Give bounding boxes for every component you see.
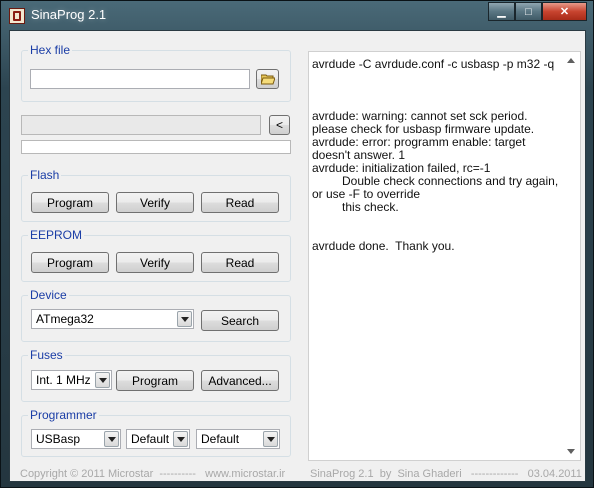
chevron-down-icon[interactable] — [104, 431, 119, 447]
caption-buttons: ▁ □ ✕ — [488, 2, 587, 21]
programmer-option2-value: Default — [131, 432, 170, 446]
eeprom-verify-button[interactable]: Verify — [116, 252, 194, 273]
programmer-select-value: USBasp — [36, 432, 81, 446]
flash-program-button[interactable]: Program — [31, 192, 109, 213]
maximize-icon: □ — [525, 5, 532, 18]
fuses-legend: Fuses — [30, 348, 63, 362]
browse-button[interactable] — [256, 69, 279, 89]
file-path-display — [21, 115, 261, 135]
programmer-select[interactable]: USBasp — [31, 429, 121, 449]
hex-file-input[interactable] — [30, 69, 250, 89]
device-select[interactable]: ATmega32 — [31, 309, 194, 329]
log-text: avrdude -C avrdude.conf -c usbasp -p m32… — [312, 57, 559, 253]
app-icon[interactable] — [9, 8, 25, 24]
fuses-advanced-button[interactable]: Advanced... — [201, 370, 279, 391]
fuses-program-button[interactable]: Program — [116, 370, 194, 391]
window-title: SinaProg 2.1 — [31, 7, 107, 22]
close-button[interactable]: ✕ — [542, 2, 587, 21]
chevron-down-icon[interactable] — [177, 311, 192, 327]
flash-verify-button[interactable]: Verify — [116, 192, 194, 213]
back-button[interactable]: < — [269, 115, 290, 135]
minimize-button[interactable]: ▁ — [488, 2, 515, 21]
fuses-select[interactable]: Int. 1 MHz — [31, 370, 112, 390]
main-panel: Hex file < Flash Program Verify Read EEP… — [9, 30, 586, 482]
programmer-legend: Programmer — [30, 408, 97, 422]
chevron-down-icon[interactable] — [263, 431, 278, 447]
fuses-select-value: Int. 1 MHz — [36, 373, 91, 387]
maximize-button[interactable]: □ — [515, 2, 542, 21]
programmer-option3-value: Default — [201, 432, 240, 446]
title-bar[interactable]: SinaProg 2.1 ▁ □ ✕ — [1, 1, 593, 29]
scroll-down-icon[interactable] — [567, 449, 575, 454]
search-button[interactable]: Search — [201, 310, 279, 331]
log-output[interactable]: avrdude -C avrdude.conf -c usbasp -p m32… — [308, 51, 581, 461]
log-scrollbar[interactable] — [563, 52, 580, 460]
device-legend: Device — [30, 288, 67, 302]
programmer-option3-select[interactable]: Default — [196, 429, 280, 449]
flash-read-button[interactable]: Read — [201, 192, 279, 213]
minimize-icon: ▁ — [497, 6, 506, 18]
footer-copyright: Copyright © 2011 Microstar ---------- ww… — [20, 468, 286, 480]
progress-bar — [21, 140, 291, 154]
device-select-value: ATmega32 — [36, 312, 94, 326]
chevron-down-icon[interactable] — [173, 431, 188, 447]
chevron-down-icon[interactable] — [95, 372, 110, 388]
flash-legend: Flash — [30, 168, 60, 182]
eeprom-read-button[interactable]: Read — [201, 252, 279, 273]
footer-version: SinaProg 2.1 by Sina Ghaderi -----------… — [310, 468, 582, 480]
scroll-up-icon[interactable] — [567, 58, 575, 63]
open-folder-icon — [261, 74, 275, 85]
app-window: SinaProg 2.1 ▁ □ ✕ Hex file < Flash Prog… — [0, 0, 594, 488]
hex-file-legend: Hex file — [30, 43, 71, 57]
programmer-option2-select[interactable]: Default — [126, 429, 190, 449]
eeprom-legend: EEPROM — [30, 228, 83, 242]
eeprom-program-button[interactable]: Program — [31, 252, 109, 273]
close-icon: ✕ — [559, 6, 570, 18]
